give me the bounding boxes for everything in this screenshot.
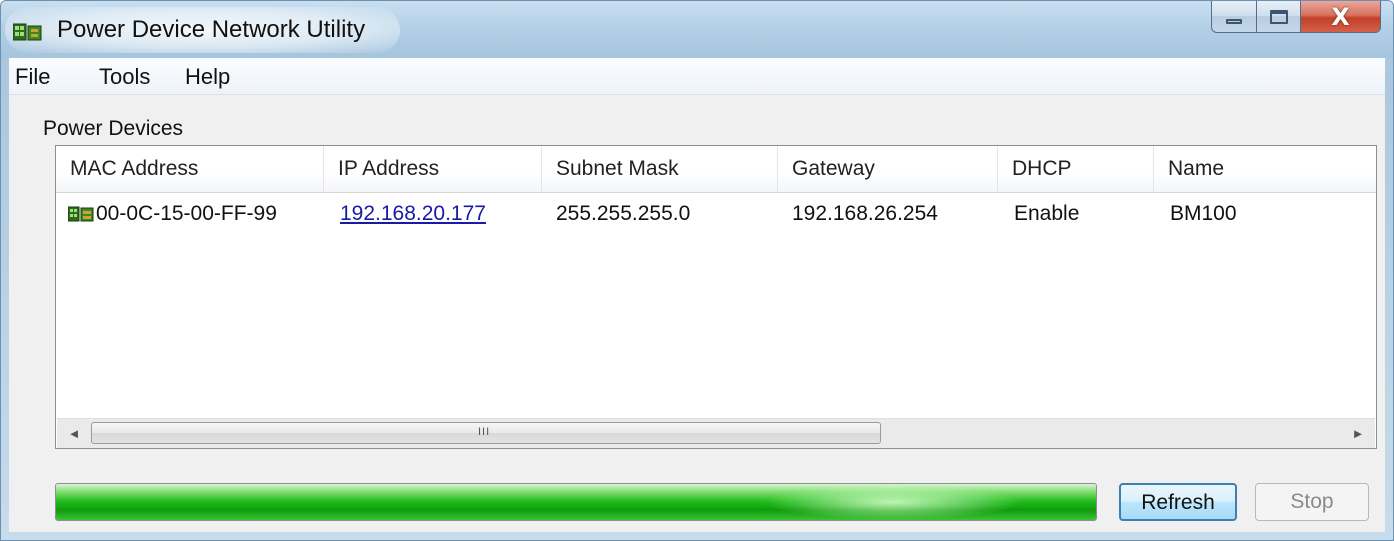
scroll-right-icon[interactable]: ► bbox=[1345, 419, 1371, 448]
column-header-mac[interactable]: MAC Address bbox=[56, 146, 324, 192]
cell-dhcp: Enable bbox=[1014, 202, 1080, 225]
table-row[interactable]: 00-0C-15-00-FF-99 192.168.20.177 255.255… bbox=[56, 196, 1376, 232]
progress-shine bbox=[763, 484, 1024, 520]
cell-ip-link[interactable]: 192.168.20.177 bbox=[340, 196, 486, 232]
window-title: Power Device Network Utility bbox=[57, 16, 366, 43]
title-bar[interactable]: Power Device Network Utility X bbox=[1, 1, 1393, 57]
cell-name: BM100 bbox=[1170, 202, 1237, 225]
cell-mac: 00-0C-15-00-FF-99 bbox=[96, 202, 277, 225]
network-device-icon bbox=[68, 206, 94, 222]
refresh-button[interactable]: Refresh bbox=[1119, 483, 1237, 521]
progress-bar bbox=[55, 483, 1097, 521]
horizontal-scrollbar[interactable]: ◄ III ► bbox=[57, 418, 1375, 448]
column-header-dhcp[interactable]: DHCP bbox=[998, 146, 1154, 192]
minimize-icon bbox=[1226, 19, 1242, 24]
menu-help[interactable]: Help bbox=[185, 64, 230, 90]
menu-tools[interactable]: Tools bbox=[99, 64, 150, 90]
menu-bar: File Tools Help bbox=[9, 58, 1385, 95]
app-icon bbox=[13, 23, 42, 41]
column-header-name[interactable]: Name bbox=[1154, 146, 1376, 192]
column-header-subnet[interactable]: Subnet Mask bbox=[542, 146, 778, 192]
window-controls: X bbox=[1211, 1, 1381, 33]
maximize-icon bbox=[1269, 9, 1288, 24]
app-window: Power Device Network Utility X File Tool… bbox=[0, 0, 1394, 541]
close-icon: X bbox=[1331, 2, 1350, 31]
stop-button[interactable]: Stop bbox=[1255, 483, 1369, 521]
column-header-gateway[interactable]: Gateway bbox=[778, 146, 998, 192]
maximize-button[interactable] bbox=[1257, 1, 1301, 33]
cell-gateway: 192.168.26.254 bbox=[792, 202, 938, 225]
power-devices-label: Power Devices bbox=[43, 117, 184, 140]
scroll-thumb[interactable]: III bbox=[91, 422, 881, 444]
client-area: Power Devices MAC Address IP Address Sub… bbox=[9, 95, 1385, 532]
scroll-left-icon[interactable]: ◄ bbox=[61, 419, 87, 448]
cell-subnet: 255.255.255.0 bbox=[556, 202, 691, 225]
close-button[interactable]: X bbox=[1301, 1, 1381, 33]
column-header-ip[interactable]: IP Address bbox=[324, 146, 542, 192]
minimize-button[interactable] bbox=[1211, 1, 1257, 33]
menu-file[interactable]: File bbox=[15, 64, 50, 90]
list-header: MAC Address IP Address Subnet Mask Gatew… bbox=[56, 146, 1376, 193]
scroll-grip-icon: III bbox=[478, 426, 491, 438]
device-list[interactable]: MAC Address IP Address Subnet Mask Gatew… bbox=[55, 145, 1377, 449]
